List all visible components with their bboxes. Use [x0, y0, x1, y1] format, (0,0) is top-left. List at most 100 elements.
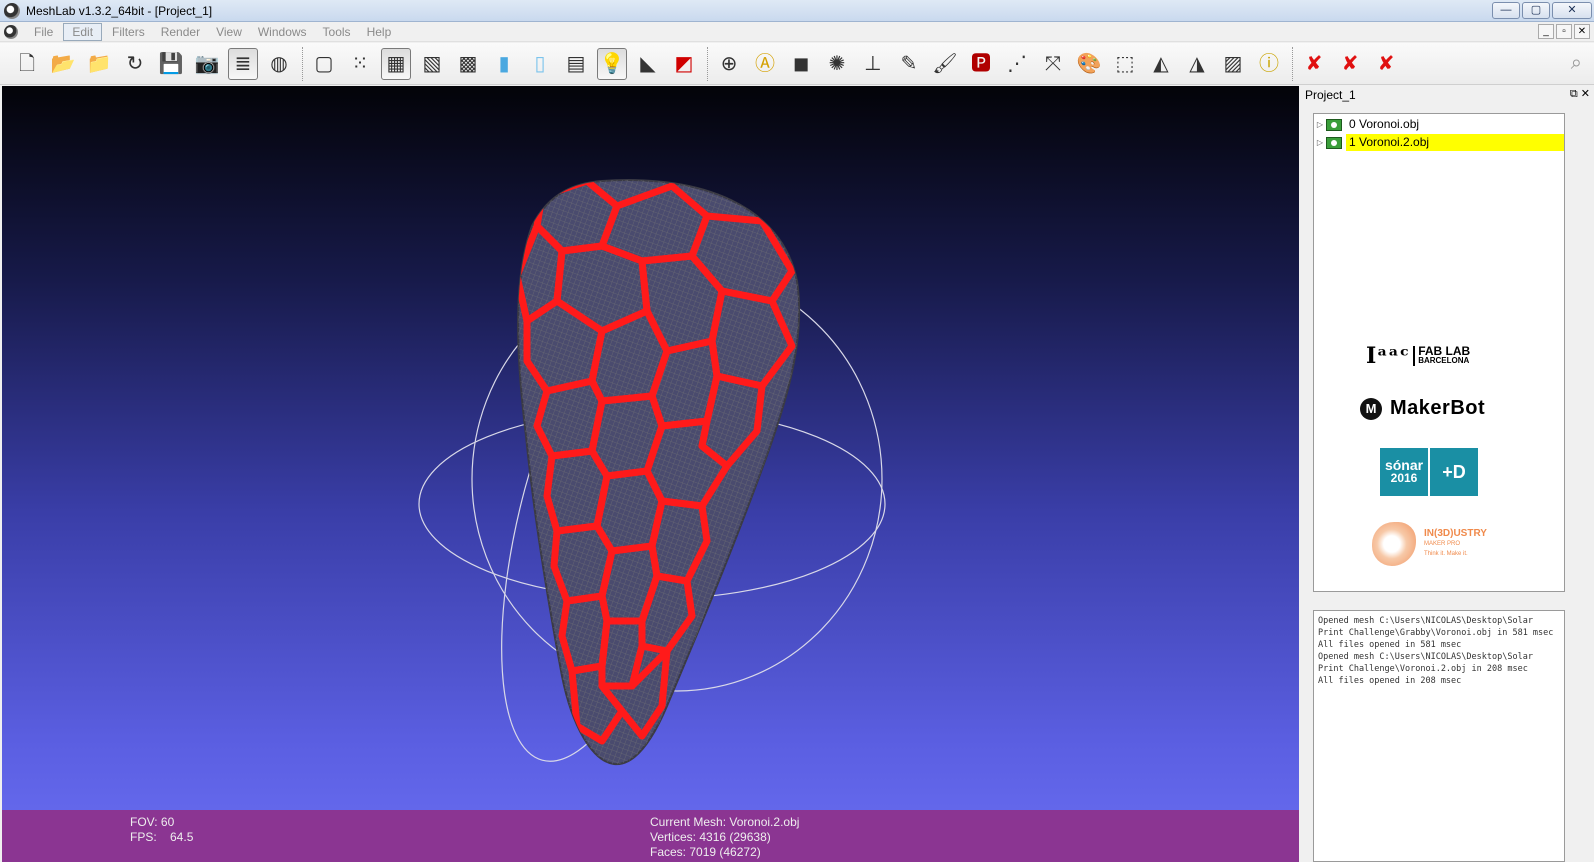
texture-button[interactable]: ▤ — [561, 48, 591, 80]
lighting-button[interactable]: 💡 — [597, 47, 627, 80]
axis-button[interactable]: ⊥ — [858, 48, 888, 80]
fps-readout: FPS: 64.5 — [130, 830, 194, 844]
layer-row-selected[interactable]: ▷ 1 Voronoi.2.obj — [1314, 134, 1564, 151]
select-button[interactable]: ⬚ — [1110, 48, 1140, 80]
minimize-button[interactable]: — — [1492, 2, 1520, 19]
menu-file[interactable]: File — [26, 24, 61, 40]
points-button[interactable]: ⁙ — [345, 48, 375, 80]
delete-verts-icon: ✘ — [1341, 52, 1359, 75]
menu-filters[interactable]: Filters — [104, 24, 153, 40]
smooth-icon: ▯ — [534, 52, 546, 75]
log-panel: Opened mesh C:\Users\NICOLAS\Desktop\Sol… — [1313, 610, 1565, 862]
open-project-button[interactable]: 📂 — [48, 48, 78, 80]
mdi-restore-button[interactable]: ▫ — [1556, 24, 1572, 39]
select-icon: ⬚ — [1115, 52, 1135, 75]
save-icon: 💾 — [158, 52, 184, 75]
color-icon: ◩ — [674, 52, 694, 75]
select-vertices-icon: ◮ — [1189, 52, 1205, 75]
smooth-button[interactable]: ▯ — [525, 48, 555, 80]
mdi-close-button[interactable]: ✕ — [1574, 24, 1590, 39]
measure-button[interactable]: ✎ — [894, 48, 924, 80]
layers-icon: ≣ — [234, 52, 252, 75]
raster-align-icon: ▨ — [1223, 52, 1243, 75]
import-mesh-icon: 📁 — [86, 52, 112, 75]
menu-bar: File Edit Filters Render View Windows To… — [0, 22, 1594, 42]
sphere-icon: ✺ — [828, 52, 846, 75]
menu-help[interactable]: Help — [359, 24, 400, 40]
backface-button[interactable]: ◣ — [633, 48, 663, 80]
flat-button[interactable]: ▮ — [489, 48, 519, 80]
dock-controls[interactable]: ⧉ ✕ — [1570, 87, 1590, 101]
mdi-minimize-button[interactable]: _ — [1538, 24, 1554, 39]
menu-windows[interactable]: Windows — [250, 24, 315, 40]
import-mesh-button[interactable]: 📁 — [84, 48, 114, 80]
visibility-eye-icon[interactable] — [1326, 136, 1342, 149]
layer-dock-header: Project_1 ⧉ ✕ — [1301, 86, 1594, 104]
bbox-icon: ▢ — [314, 52, 334, 75]
manipulate-button[interactable]: ⤧ — [1038, 48, 1068, 80]
raster-align-button[interactable]: ▨ — [1218, 48, 1248, 80]
close-button[interactable]: ✕ — [1552, 2, 1592, 19]
trackball-button[interactable]: ⊕ — [714, 48, 744, 80]
project-title: Project_1 — [1305, 88, 1356, 102]
annotation-button[interactable]: Ⓐ — [750, 48, 780, 80]
snapshot-button[interactable]: 📷 — [192, 48, 222, 80]
select-faces-button[interactable]: ◭ — [1146, 48, 1176, 80]
delete-faces-button[interactable]: ✘ — [1299, 48, 1329, 80]
industry-shape-icon — [1372, 522, 1416, 566]
points-icon: ⁙ — [351, 52, 369, 75]
save-button[interactable]: 💾 — [156, 48, 186, 80]
expand-arrow-icon[interactable]: ▷ — [1314, 138, 1326, 147]
toolbar-separator — [1292, 46, 1293, 81]
faces-readout: Faces: 7019 (46272) — [650, 845, 761, 859]
search-icon[interactable]: ⌕ — [1571, 52, 1582, 75]
pick-points-button[interactable]: 🅿 — [966, 48, 996, 80]
flat-lines-button[interactable]: ▩ — [453, 48, 483, 80]
bbox-button[interactable]: ▢ — [309, 48, 339, 80]
layer-label[interactable]: 1 Voronoi.2.obj — [1346, 134, 1564, 151]
align-button[interactable]: ⋰ — [1002, 48, 1032, 80]
info-button[interactable]: ⓘ — [1254, 48, 1284, 80]
makerbot-mark-icon: M — [1360, 397, 1382, 420]
flat-lines-icon: ▩ — [458, 52, 478, 75]
menu-tools[interactable]: Tools — [315, 24, 359, 40]
log-line: Opened mesh C:\Users\NICOLAS\Desktop\Sol… — [1318, 652, 1539, 674]
quality-icon: ◼ — [792, 52, 810, 75]
expand-arrow-icon[interactable]: ▷ — [1314, 120, 1326, 129]
document-icon[interactable] — [4, 24, 18, 39]
color-button[interactable]: ◩ — [669, 48, 699, 80]
layer-row[interactable]: ▷ 0 Voronoi.obj — [1314, 116, 1564, 133]
toolbar-separator — [302, 46, 303, 81]
hidden-lines-button[interactable]: ▧ — [417, 48, 447, 80]
mesh-render[interactable] — [2, 86, 1299, 862]
sphere-button[interactable]: ✺ — [822, 48, 852, 80]
paint-color-button[interactable]: 🎨 — [1074, 48, 1104, 80]
pick-points-icon: 🅿 — [971, 52, 991, 75]
new-project-button[interactable]: 🗋 — [12, 48, 42, 80]
select-vertices-button[interactable]: ◮ — [1182, 48, 1212, 80]
wireframe-button[interactable]: ▦ — [381, 47, 411, 80]
fov-readout: FOV: 60 — [130, 815, 175, 829]
meshlab-app-icon — [4, 2, 20, 19]
raster-button[interactable]: ◍ — [264, 48, 294, 80]
toolbar-separator — [707, 46, 708, 81]
visibility-eye-icon[interactable] — [1326, 118, 1342, 131]
window-controls: — ▢ ✕ — [1492, 2, 1592, 19]
log-line: Opened mesh C:\Users\NICOLAS\Desktop\Sol… — [1318, 616, 1554, 638]
wireframe-icon: ▦ — [386, 52, 406, 75]
maximize-button[interactable]: ▢ — [1522, 2, 1550, 19]
hidden-lines-icon: ▧ — [422, 52, 442, 75]
menu-edit[interactable]: Edit — [63, 22, 103, 41]
reload-button[interactable]: ↻ — [120, 48, 150, 80]
paint-button[interactable]: 🖌 — [930, 48, 960, 80]
log-line: All files opened in 208 msec — [1318, 676, 1462, 686]
menu-render[interactable]: Render — [153, 24, 208, 40]
layers-button[interactable]: ≣ — [228, 47, 258, 80]
delete-edges-button[interactable]: ✘ — [1371, 48, 1401, 80]
quality-button[interactable]: ◼ — [786, 48, 816, 80]
delete-verts-button[interactable]: ✘ — [1335, 48, 1365, 80]
layer-label[interactable]: 0 Voronoi.obj — [1346, 116, 1564, 133]
window-title: MeshLab v1.3.2_64bit - [Project_1] — [26, 3, 213, 18]
menu-view[interactable]: View — [208, 24, 250, 40]
3d-viewport[interactable]: FOV: 60 FPS: 64.5 Current Mesh: Voronoi.… — [2, 86, 1299, 862]
